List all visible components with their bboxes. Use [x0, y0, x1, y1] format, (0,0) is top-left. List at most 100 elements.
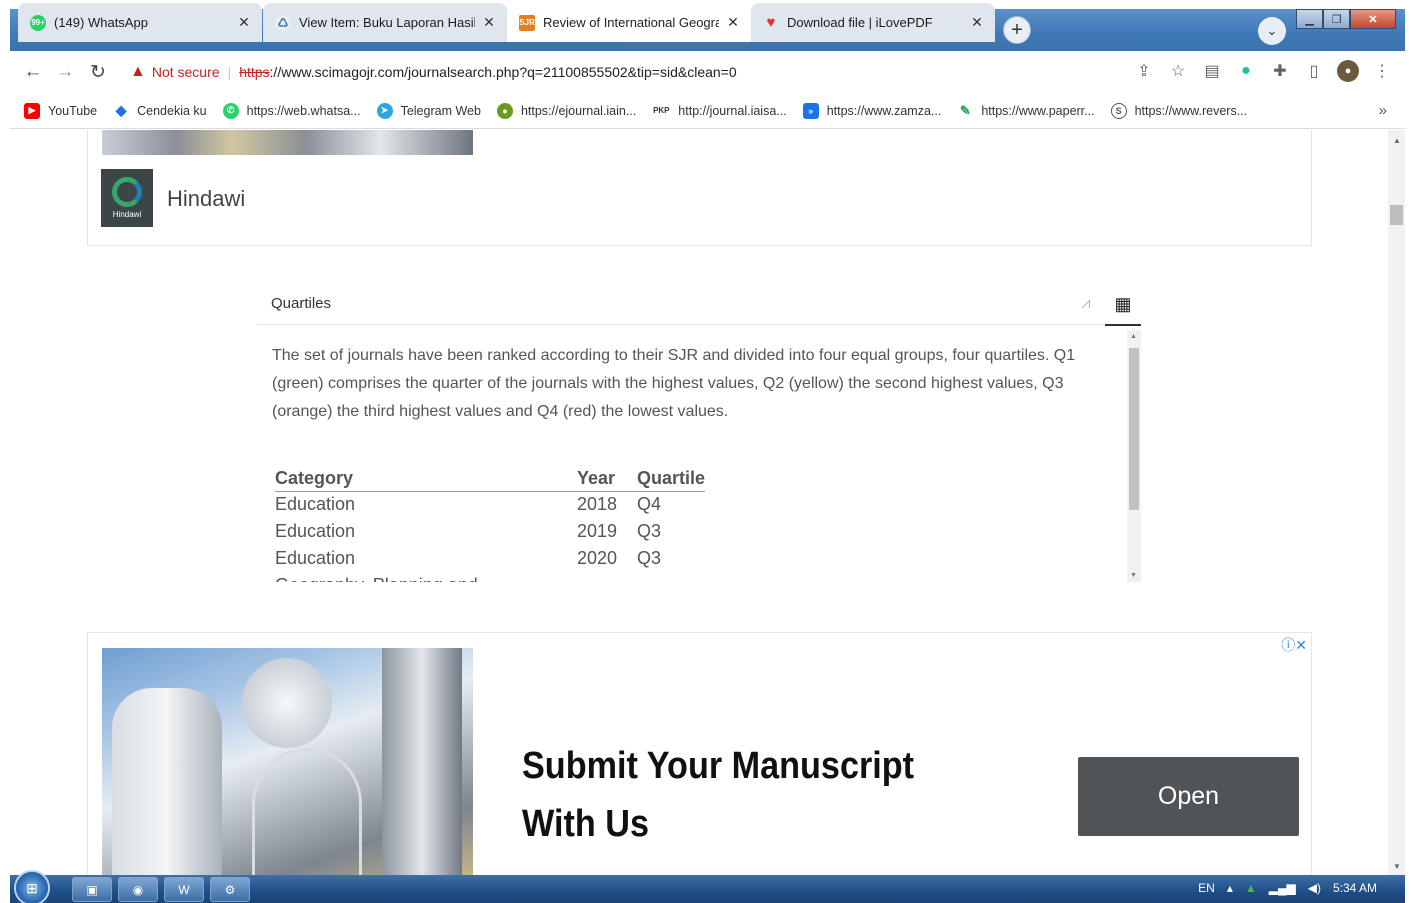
- bookmark-telegram[interactable]: ➤ Telegram Web: [376, 102, 481, 119]
- graduation-cap-icon: ◆: [115, 102, 127, 118]
- app-icon[interactable]: ⚙: [210, 877, 250, 902]
- tab-view-item[interactable]: ♺ View Item: Buku Laporan Hasil Pe ✕: [257, 3, 507, 42]
- close-icon[interactable]: ✕: [481, 14, 497, 31]
- year-cell: 2019: [577, 521, 618, 541]
- ad-image-dome: [242, 658, 332, 748]
- column-header[interactable]: Category: [275, 464, 577, 492]
- table-row: Education 2020 Q3: [275, 546, 705, 573]
- grammarly-icon[interactable]: ●: [1235, 60, 1257, 82]
- journal-icon: ●: [496, 102, 513, 119]
- close-icon[interactable]: ✕: [969, 14, 985, 31]
- extensions-icon[interactable]: ✚: [1269, 60, 1291, 82]
- chrome-icon[interactable]: ◉: [118, 877, 158, 902]
- side-panel-icon[interactable]: ▯: [1303, 60, 1325, 82]
- bookmark-youtube[interactable]: ▶ YouTube: [24, 102, 97, 119]
- bookmarks-bar: ▶ YouTube ◆ Cendekia ku ✆ https://web.wh…: [10, 93, 1405, 129]
- scroll-up-icon[interactable]: ▲: [1130, 333, 1137, 340]
- tab-scimago[interactable]: SJR Review of International Geograp ✕: [501, 3, 751, 42]
- back-button[interactable]: ←: [22, 61, 44, 83]
- column-header[interactable]: Quartile: [637, 464, 706, 492]
- quartiles-title: Quartiles: [271, 295, 332, 312]
- page-scrollbar[interactable]: ▲ ▼: [1388, 130, 1405, 875]
- new-tab-button[interactable]: +: [1003, 16, 1031, 44]
- tab-title: Review of International Geograp: [543, 15, 719, 30]
- signal-icon[interactable]: ▂▄▆: [1269, 881, 1296, 895]
- publisher-name[interactable]: Hindawi: [167, 186, 245, 212]
- tab-search-button[interactable]: ⌄: [1258, 17, 1286, 45]
- bookmark-ejournal[interactable]: ● https://ejournal.iain...: [496, 102, 636, 119]
- volume-icon[interactable]: ◀): [1308, 881, 1321, 895]
- star-icon[interactable]: ☆: [1167, 60, 1189, 82]
- avatar[interactable]: ●: [1337, 60, 1359, 82]
- reverso-icon: S: [1110, 102, 1127, 119]
- url-scheme: https: [239, 64, 270, 80]
- scroll-down-icon[interactable]: ▼: [1130, 572, 1137, 579]
- repository-icon: ♺: [275, 14, 291, 31]
- bookmark-zamzar[interactable]: » https://www.zamza...: [802, 102, 941, 119]
- bookmark-reverso[interactable]: S https://www.revers...: [1110, 102, 1248, 119]
- tray-expand-icon[interactable]: ▴: [1227, 881, 1233, 895]
- divider: |: [227, 64, 232, 80]
- close-icon[interactable]: ✕: [725, 14, 741, 31]
- window-controls: ▁ ❐ ✕: [1296, 9, 1396, 31]
- category-cell: Education: [275, 494, 356, 515]
- publisher-card: Hindawi Hindawi: [87, 130, 1312, 246]
- quartile-cell: Q4: [637, 573, 705, 583]
- table-row: Education 2019 Q3: [275, 519, 705, 546]
- bookmark-paperrater[interactable]: ✎ https://www.paperr...: [957, 103, 1095, 119]
- table-icon[interactable]: ▦: [1110, 291, 1136, 317]
- ad-open-button[interactable]: Open: [1078, 757, 1299, 836]
- tab-whatsapp[interactable]: 99+ (149) WhatsApp ✕: [12, 3, 262, 42]
- close-icon[interactable]: ✕: [236, 14, 252, 31]
- logo-ring-icon: [112, 177, 142, 207]
- hindawi-logo[interactable]: Hindawi: [101, 169, 153, 227]
- forward-button[interactable]: →: [54, 61, 76, 83]
- bookmark-label: Cendekia ku: [137, 103, 207, 118]
- scrollbar-thumb[interactable]: [1129, 348, 1139, 510]
- language-indicator[interactable]: EN: [1198, 881, 1215, 895]
- tab-title: View Item: Buku Laporan Hasil Pe: [299, 15, 475, 30]
- pkp-icon: PKP: [653, 106, 670, 115]
- quartile-cell: Q4: [637, 494, 662, 515]
- line-chart-icon[interactable]: ⩘: [1073, 291, 1099, 317]
- page-icon[interactable]: ▤: [1201, 60, 1223, 82]
- tab-ilovepdf[interactable]: ♥ Download file | iLovePDF ✕: [745, 3, 995, 42]
- close-window-button[interactable]: ✕: [1350, 9, 1396, 29]
- table-row: Geography, Planning and Development 2018…: [275, 573, 705, 583]
- system-tray: EN ▴ ▲ ▂▄▆ ◀) 5:34 AM: [1198, 881, 1377, 895]
- tab-title: (149) WhatsApp: [54, 15, 148, 30]
- scrollbar-thumb[interactable]: [1390, 205, 1403, 225]
- windows-start-icon[interactable]: ⊞: [14, 870, 50, 903]
- bookmark-cendekia[interactable]: ◆ Cendekia ku: [113, 102, 207, 119]
- share-icon[interactable]: ⇪: [1133, 60, 1155, 82]
- menu-icon[interactable]: ⋮: [1371, 60, 1393, 82]
- quartiles-panel: Quartiles ⩘ ▦ The set of journals have b…: [257, 283, 1141, 582]
- quartiles-scrollbar[interactable]: ▲ ▼: [1127, 330, 1141, 582]
- minimize-button[interactable]: ▁: [1296, 9, 1323, 29]
- more-bookmarks-icon[interactable]: »: [1379, 102, 1387, 119]
- ad-info-icon[interactable]: ⓘ✕: [1281, 635, 1307, 655]
- zamzar-icon: »: [802, 102, 819, 119]
- clock[interactable]: 5:34 AM: [1333, 881, 1377, 895]
- tray-app-icon[interactable]: ▲: [1245, 881, 1257, 895]
- logo-text: Hindawi: [112, 210, 142, 219]
- quartiles-header: Quartiles ⩘ ▦: [257, 283, 1141, 326]
- explorer-icon[interactable]: ▣: [72, 877, 112, 902]
- browser-toolbar: ← → ↻ ▲ Not secure | https ://www.scimag…: [10, 51, 1405, 93]
- bookmark-label: https://www.paperr...: [981, 103, 1095, 118]
- table-header-row: Category Year Quartile: [275, 464, 706, 492]
- year-cell: 2020: [577, 548, 618, 568]
- scroll-up-icon[interactable]: ▲: [1393, 136, 1401, 145]
- reload-button[interactable]: ↻: [87, 61, 109, 83]
- ad-image-tunnel: [252, 748, 362, 875]
- scroll-down-icon[interactable]: ▼: [1393, 862, 1401, 871]
- column-header[interactable]: Year: [577, 464, 637, 492]
- ad-headline[interactable]: Submit Your Manuscript With Us: [522, 737, 990, 853]
- bookmark-label: https://www.revers...: [1134, 103, 1248, 118]
- quartiles-body: The set of journals have been ranked acc…: [257, 326, 1127, 582]
- word-icon[interactable]: W: [164, 877, 204, 902]
- maximize-button[interactable]: ❐: [1323, 9, 1350, 29]
- bookmark-whatsapp[interactable]: ✆ https://web.whatsa...: [222, 102, 361, 119]
- bookmark-iaisa[interactable]: PKP http://journal.iaisa...: [652, 103, 787, 119]
- ad-image[interactable]: [102, 648, 473, 875]
